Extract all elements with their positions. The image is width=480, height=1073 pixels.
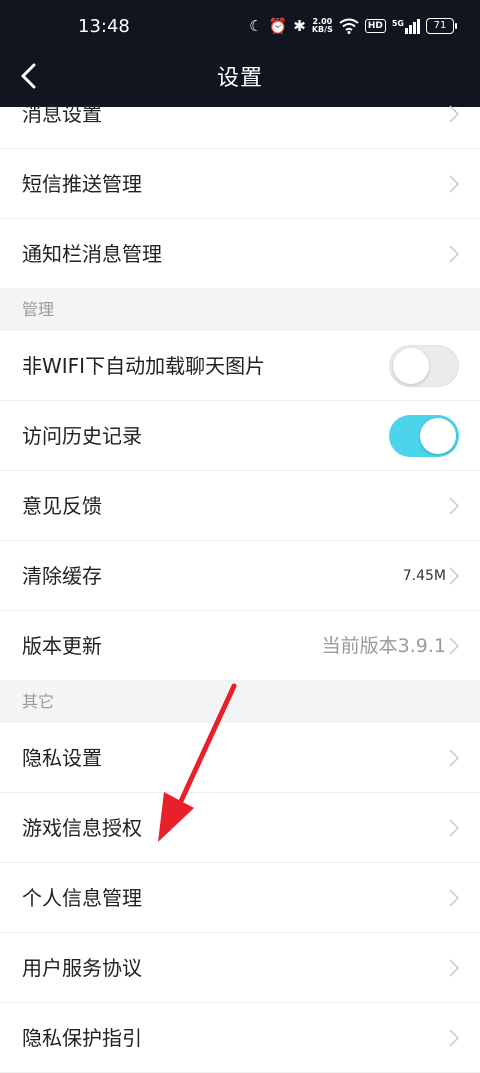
row-label: 隐私设置 bbox=[22, 746, 102, 770]
signal-icon: 5G bbox=[391, 18, 420, 34]
chevron-right-icon bbox=[449, 497, 460, 515]
app-header: 13:48 ☾ ⏰ ✱ 2.00 KB/S HD 5G 71 设置 bbox=[0, 0, 480, 107]
row-clear-cache[interactable]: 清除缓存 7.45M bbox=[0, 541, 480, 611]
row-label: 游戏信息授权 bbox=[22, 816, 142, 840]
moon-icon: ☾ bbox=[249, 17, 263, 35]
row-feedback[interactable]: 意见反馈 bbox=[0, 471, 480, 541]
chevron-right-icon bbox=[449, 175, 460, 193]
chevron-right-icon bbox=[449, 959, 460, 977]
row-game-info-auth[interactable]: 游戏信息授权 bbox=[0, 793, 480, 863]
network-speed: 2.00 KB/S bbox=[312, 18, 333, 34]
network-type: 5G bbox=[391, 18, 404, 28]
row-version-update[interactable]: 版本更新 当前版本3.9.1 bbox=[0, 611, 480, 681]
version-text: 当前版本3.9.1 bbox=[321, 635, 446, 657]
row-label: 隐私保护指引 bbox=[22, 1026, 142, 1050]
row-label: 消息设置 bbox=[22, 102, 102, 126]
section-label: 其它 bbox=[22, 692, 55, 711]
row-privacy-guide[interactable]: 隐私保护指引 bbox=[0, 1003, 480, 1073]
toggle-knob bbox=[393, 348, 429, 384]
wifi-icon bbox=[339, 18, 359, 34]
chevron-right-icon bbox=[449, 567, 460, 585]
row-label: 用户服务协议 bbox=[22, 956, 142, 980]
row-history: 访问历史记录 bbox=[0, 401, 480, 471]
history-toggle[interactable] bbox=[389, 415, 459, 457]
row-label: 通知栏消息管理 bbox=[22, 242, 162, 266]
row-label: 短信推送管理 bbox=[22, 172, 142, 196]
row-auto-load-images: 非WIFI下自动加载聊天图片 bbox=[0, 331, 480, 401]
row-label: 非WIFI下自动加载聊天图片 bbox=[22, 354, 266, 378]
toggle-knob bbox=[420, 418, 456, 454]
section-header-other: 其它 bbox=[0, 681, 480, 723]
row-privacy-settings[interactable]: 隐私设置 bbox=[0, 723, 480, 793]
bluetooth-icon: ✱ bbox=[293, 17, 306, 35]
row-user-agreement[interactable]: 用户服务协议 bbox=[0, 933, 480, 1003]
row-notification-bar[interactable]: 通知栏消息管理 bbox=[0, 219, 480, 289]
chevron-right-icon bbox=[449, 889, 460, 907]
row-sms-push[interactable]: 短信推送管理 bbox=[0, 149, 480, 219]
row-message-settings[interactable]: 消息设置 bbox=[0, 102, 480, 149]
status-bar: 13:48 ☾ ⏰ ✱ 2.00 KB/S HD 5G 71 bbox=[0, 0, 480, 50]
chevron-right-icon bbox=[449, 105, 460, 123]
row-label: 意见反馈 bbox=[22, 494, 102, 518]
row-label: 个人信息管理 bbox=[22, 886, 142, 910]
row-label: 版本更新 bbox=[22, 634, 102, 658]
row-label: 清除缓存 bbox=[22, 564, 102, 588]
alarm-icon: ⏰ bbox=[268, 17, 288, 35]
battery-indicator: 71 bbox=[426, 18, 457, 34]
hd-badge: HD bbox=[364, 19, 386, 33]
chevron-right-icon bbox=[449, 245, 460, 263]
row-personal-info[interactable]: 个人信息管理 bbox=[0, 863, 480, 933]
settings-list: 消息设置 短信推送管理 通知栏消息管理 管理 非WIFI下自动加载聊天图片 访问… bbox=[0, 102, 480, 1073]
cache-size: 7.45M bbox=[402, 568, 446, 584]
section-label: 管理 bbox=[22, 300, 55, 319]
chevron-right-icon bbox=[449, 637, 460, 655]
status-icons: ☾ ⏰ ✱ 2.00 KB/S HD 5G 71 bbox=[249, 14, 457, 38]
row-label: 访问历史记录 bbox=[22, 424, 142, 448]
chevron-right-icon bbox=[449, 1029, 460, 1047]
section-header-manage: 管理 bbox=[0, 289, 480, 331]
speed-unit: KB/S bbox=[311, 25, 333, 34]
chevron-right-icon bbox=[449, 819, 460, 837]
page-title: 设置 bbox=[216, 66, 263, 91]
auto-load-images-toggle[interactable] bbox=[389, 345, 459, 387]
chevron-right-icon bbox=[449, 749, 460, 767]
status-time: 13:48 bbox=[78, 16, 130, 37]
